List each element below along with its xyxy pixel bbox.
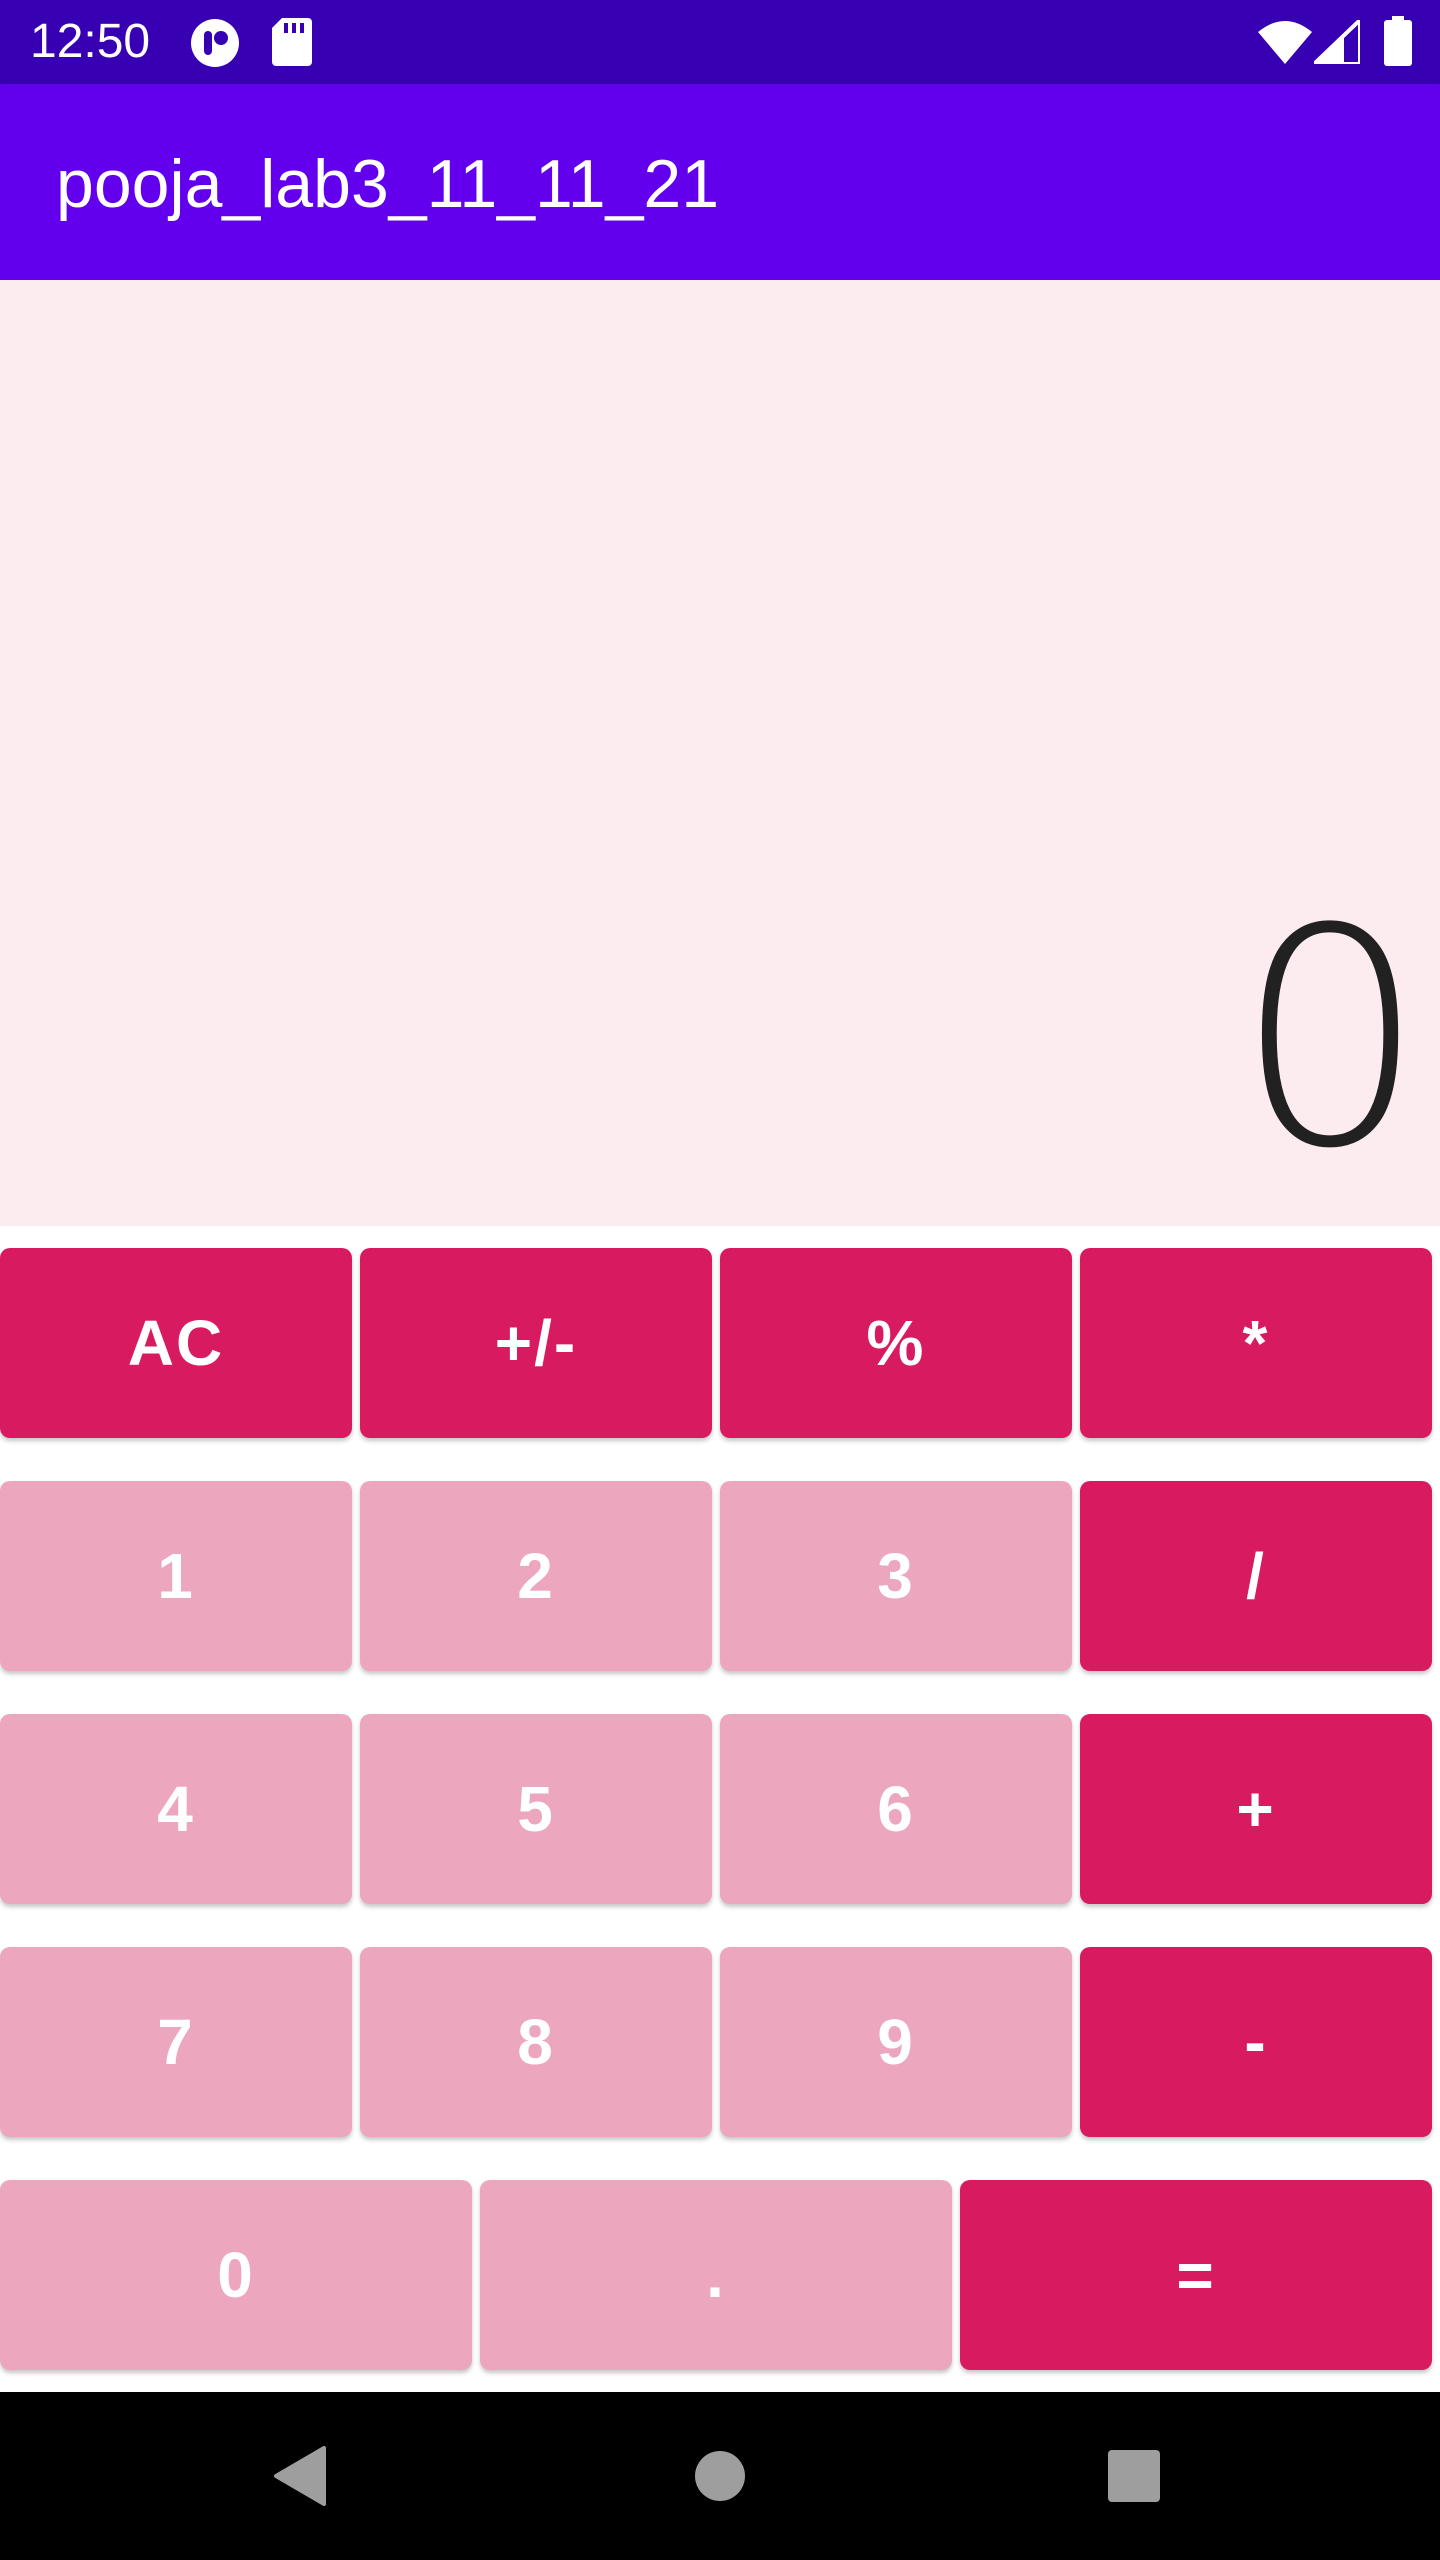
display-value: 0 [1235,865,1426,1214]
toggle-sign-button[interactable]: +/- [360,1248,712,1438]
equals-button[interactable]: = [960,2180,1432,2370]
battery-icon [1384,16,1412,66]
clear-button[interactable]: AC [0,1248,352,1438]
screen: 12:50 pooja_lab3_11_11_21 0 AC +/- % * 1… [0,0,1440,2560]
result-display: 0 [0,280,1440,1226]
digit-9-button[interactable]: 9 [720,1947,1072,2137]
digit-5-button[interactable]: 5 [360,1714,712,1904]
digit-1-button[interactable]: 1 [0,1481,352,1671]
digit-8-button[interactable]: 8 [360,1947,712,2137]
divide-button[interactable]: / [1080,1481,1432,1671]
signal-icon [1314,20,1360,64]
recents-icon[interactable] [1074,2392,1194,2560]
app-title: pooja_lab3_11_11_21 [56,146,720,222]
add-button[interactable]: + [1080,1714,1432,1904]
digit-4-button[interactable]: 4 [0,1714,352,1904]
wifi-icon [1258,20,1312,64]
digit-6-button[interactable]: 6 [720,1714,1072,1904]
status-time: 12:50 [30,15,151,68]
digit-7-button[interactable]: 7 [0,1947,352,2137]
app-notification-icon [190,18,240,68]
digit-0-button[interactable]: 0 [0,2180,472,2370]
subtract-button[interactable]: - [1080,1947,1432,2137]
status-bar: 12:50 [0,0,1440,84]
keypad: AC +/- % * 1 2 3 / 4 5 6 + 7 8 9 - 0 . = [0,1226,1440,2392]
multiply-button[interactable]: * [1080,1248,1432,1438]
back-icon[interactable] [240,2392,360,2560]
digit-2-button[interactable]: 2 [360,1481,712,1671]
navigation-bar [0,2392,1440,2560]
home-icon[interactable] [660,2392,780,2560]
percent-button[interactable]: % [720,1248,1072,1438]
sd-card-icon [272,18,312,66]
decimal-point-button[interactable]: . [480,2180,952,2370]
app-bar: pooja_lab3_11_11_21 [0,84,1440,280]
digit-3-button[interactable]: 3 [720,1481,1072,1671]
